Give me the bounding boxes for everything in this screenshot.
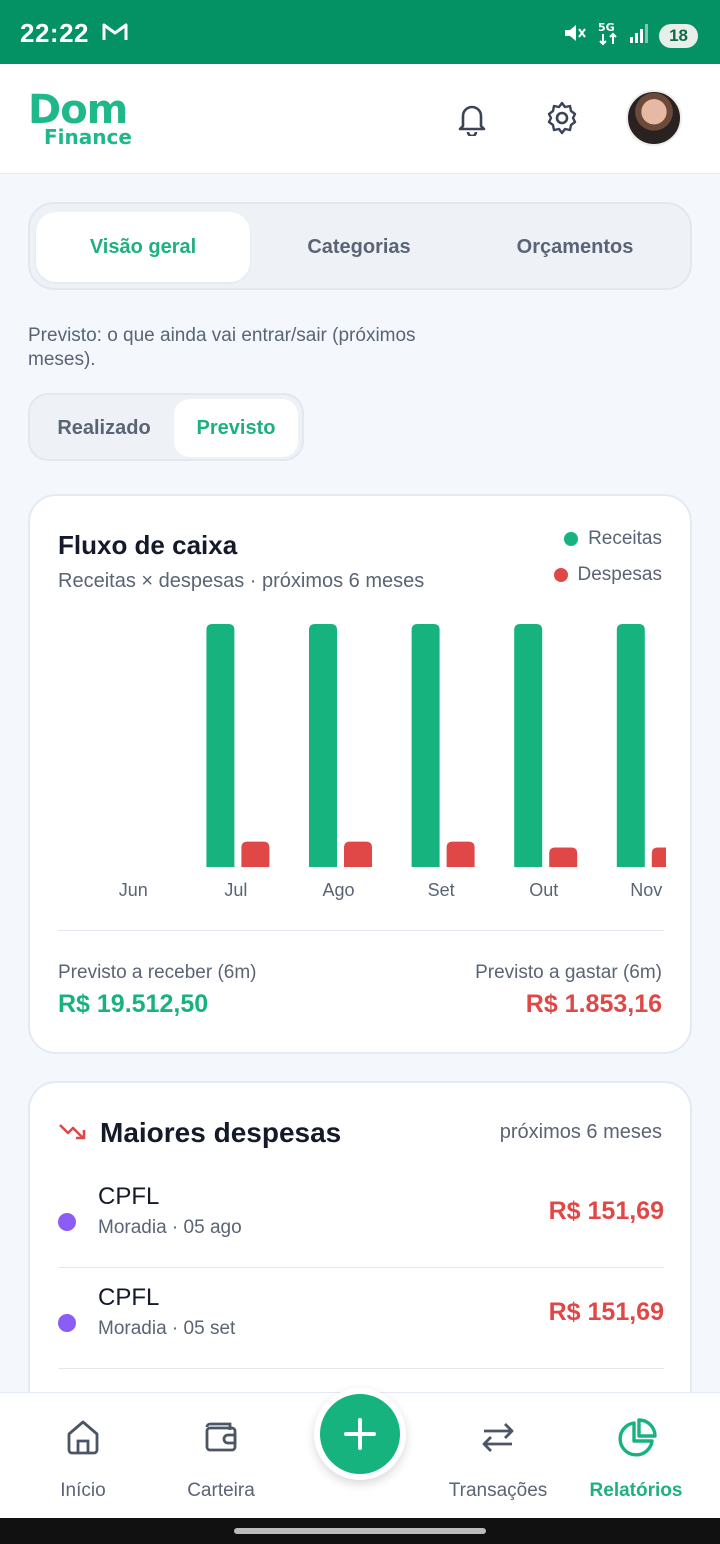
toggle-realizado[interactable]: Realizado — [36, 399, 172, 457]
section-title: Maiores despesas — [100, 1117, 342, 1148]
report-tabs: Visão geral Categorias Orçamentos — [28, 202, 692, 290]
bar-receitas-jul[interactable] — [206, 624, 235, 867]
status-bar: 22:22 5G 18 — [0, 0, 720, 64]
nav-label: Transações — [448, 1480, 548, 1501]
bar-despesas-jul[interactable] — [241, 841, 270, 867]
cashflow-chart: Jun Jul Ago Set Out Nov — [58, 610, 666, 910]
receive-value: R$ 19.512,50 — [58, 990, 209, 1018]
avatar[interactable] — [626, 90, 682, 146]
nav-label: Início — [60, 1480, 106, 1501]
divider — [58, 1368, 664, 1369]
5g-icon: 5G — [597, 20, 621, 51]
nav-label: Relatórios — [589, 1480, 683, 1501]
status-icons: 5G 18 — [563, 20, 698, 51]
bar-despesas-set[interactable] — [446, 841, 475, 867]
expense-amount: R$ 151,69 — [548, 1298, 664, 1326]
x-tick-label: Nov — [630, 880, 662, 900]
x-tick-label: Set — [428, 880, 455, 900]
toggle-previsto[interactable]: Previsto — [174, 399, 298, 457]
signal-icon — [629, 22, 651, 49]
bar-receitas-ago[interactable] — [309, 624, 337, 867]
bar-despesas-ago[interactable] — [344, 841, 372, 867]
nav-carteira[interactable]: Carteira — [151, 1393, 291, 1519]
gmail-icon — [102, 22, 128, 47]
x-tick-label: Ago — [322, 880, 354, 900]
legend-label: Despesas — [577, 564, 663, 585]
list-item[interactable]: CPFL Moradia · 05 set R$ 151,69 — [58, 1272, 664, 1372]
spend-label: Previsto a gastar (6m) — [475, 962, 662, 983]
bar-despesas-out[interactable] — [549, 847, 578, 867]
add-transaction-button[interactable] — [314, 1388, 406, 1480]
mode-toggle: Realizado Previsto — [28, 393, 304, 461]
legend-despesas: Despesas — [553, 564, 663, 586]
mode-description: Previsto: o que ainda vai entrar/sair (p… — [28, 325, 416, 370]
x-tick-label: Jul — [224, 880, 247, 900]
bell-icon[interactable] — [452, 98, 492, 138]
logo-subtitle: Finance — [44, 125, 132, 149]
nav-label: Carteira — [187, 1480, 255, 1501]
list-item[interactable]: CPFL Moradia · 05 ago R$ 151,69 — [58, 1171, 664, 1271]
card-subtitle: Receitas × despesas · próximos 6 meses — [58, 570, 425, 592]
plus-icon — [344, 1418, 376, 1450]
nav-transacoes[interactable]: Transações — [428, 1393, 568, 1519]
cashflow-card: Fluxo de caixa Receitas × despesas · pró… — [28, 494, 692, 1054]
x-tick-label: Out — [529, 880, 558, 900]
tab-categorias[interactable]: Categorias — [252, 212, 466, 282]
bar-receitas-nov[interactable] — [616, 624, 645, 867]
bar-receitas-out[interactable] — [514, 624, 543, 867]
legend-label: Receitas — [588, 528, 662, 549]
expense-meta: Moradia · 05 ago — [98, 1217, 242, 1238]
legend-receitas: Receitas — [564, 528, 662, 550]
nav-relatorios[interactable]: Relatórios — [566, 1393, 706, 1519]
legend-dot-red — [553, 568, 568, 582]
nav-inicio[interactable]: Início — [13, 1393, 153, 1519]
logo[interactable]: Dom Finance — [28, 88, 140, 152]
x-tick-label: Jun — [119, 880, 148, 900]
expense-name: CPFL — [98, 1183, 160, 1210]
category-dot — [58, 1213, 76, 1231]
card-title: Fluxo de caixa — [58, 530, 238, 560]
category-dot — [58, 1314, 76, 1332]
tab-orcamentos[interactable]: Orçamentos — [468, 212, 682, 282]
mute-icon — [563, 21, 589, 50]
home-icon — [63, 1417, 103, 1462]
app-header: Dom Finance — [0, 64, 720, 174]
section-subtitle: próximos 6 meses — [499, 1121, 662, 1143]
expense-name: CPFL — [98, 1284, 160, 1311]
transfer-icon — [478, 1417, 518, 1462]
bar-despesas-nov[interactable] — [651, 847, 666, 867]
spend-value: R$ 1.853,16 — [525, 990, 662, 1018]
legend-dot-green — [564, 532, 579, 546]
status-time: 22:22 — [20, 18, 89, 48]
divider — [58, 1267, 664, 1268]
expense-meta: Moradia · 05 set — [98, 1318, 236, 1339]
gesture-area — [0, 1518, 720, 1544]
home-indicator[interactable] — [234, 1528, 486, 1534]
receive-label: Previsto a receber (6m) — [58, 962, 257, 983]
trending-down-icon — [58, 1121, 86, 1146]
expense-amount: R$ 151,69 — [548, 1197, 664, 1225]
pie-chart-icon — [614, 1417, 658, 1466]
bar-receitas-set[interactable] — [411, 624, 440, 867]
battery-icon: 18 — [659, 23, 698, 48]
svg-text:5G: 5G — [598, 21, 615, 34]
wallet-icon — [201, 1417, 241, 1462]
tab-visao-geral[interactable]: Visão geral — [36, 212, 250, 282]
divider — [58, 930, 664, 931]
gear-icon[interactable] — [542, 98, 582, 138]
